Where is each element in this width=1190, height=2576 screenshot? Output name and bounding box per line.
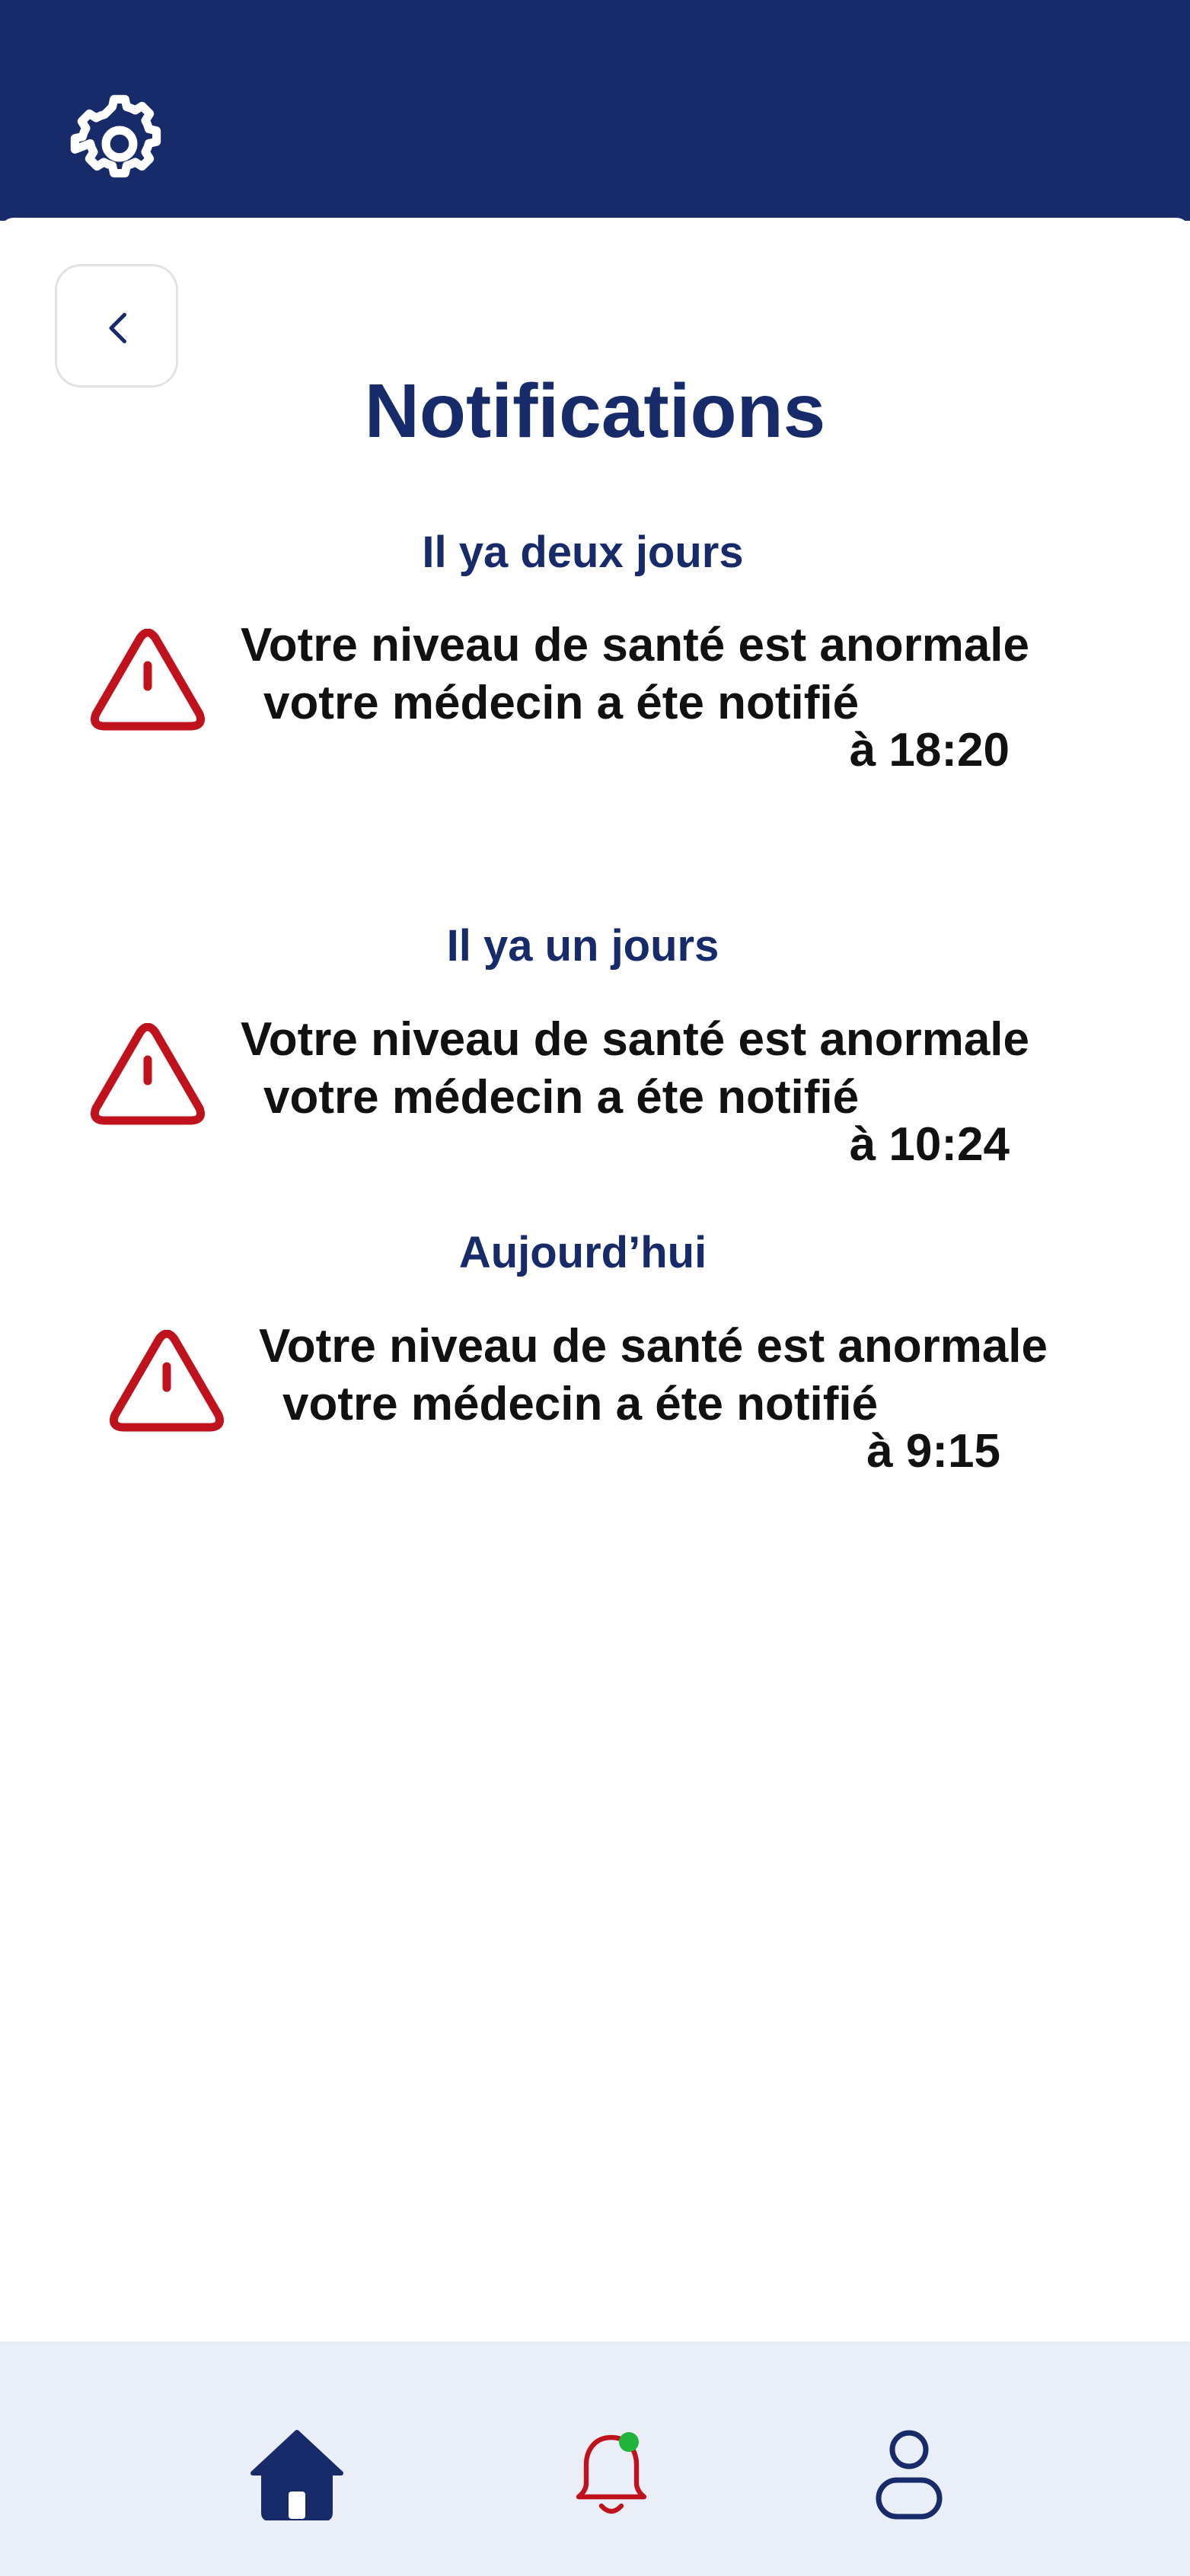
chevron-left-icon <box>109 313 126 343</box>
group-label-one-day-ago: Il ya un jours <box>446 921 719 971</box>
warning-triangle-icon <box>91 1023 205 1125</box>
notification-time: à 18:20 <box>849 724 1010 776</box>
notification-time: à 9:15 <box>866 1425 1000 1478</box>
group-label-two-days-ago: Il ya deux jours <box>422 528 744 577</box>
group-label-today: Aujourd’hui <box>458 1228 707 1277</box>
page-title: Notifications <box>364 368 826 454</box>
home-icon[interactable] <box>248 2428 346 2520</box>
user-icon[interactable] <box>874 2427 944 2523</box>
warning-triangle-icon <box>110 1330 224 1432</box>
top-bar <box>0 0 1190 221</box>
notification-badge <box>619 2432 639 2452</box>
warning-triangle-icon <box>91 629 205 731</box>
bell-icon[interactable] <box>571 2428 652 2523</box>
notification-message-line1: Votre niveau de santé est anormale <box>259 1320 1048 1372</box>
gear-icon[interactable] <box>69 93 171 195</box>
bottom-nav <box>0 2342 1190 2576</box>
notification-time: à 10:24 <box>849 1118 1010 1171</box>
notification-message-line1: Votre niveau de santé est anormale <box>241 1013 1030 1066</box>
notification-message-line1: Votre niveau de santé est anormale <box>241 619 1030 671</box>
